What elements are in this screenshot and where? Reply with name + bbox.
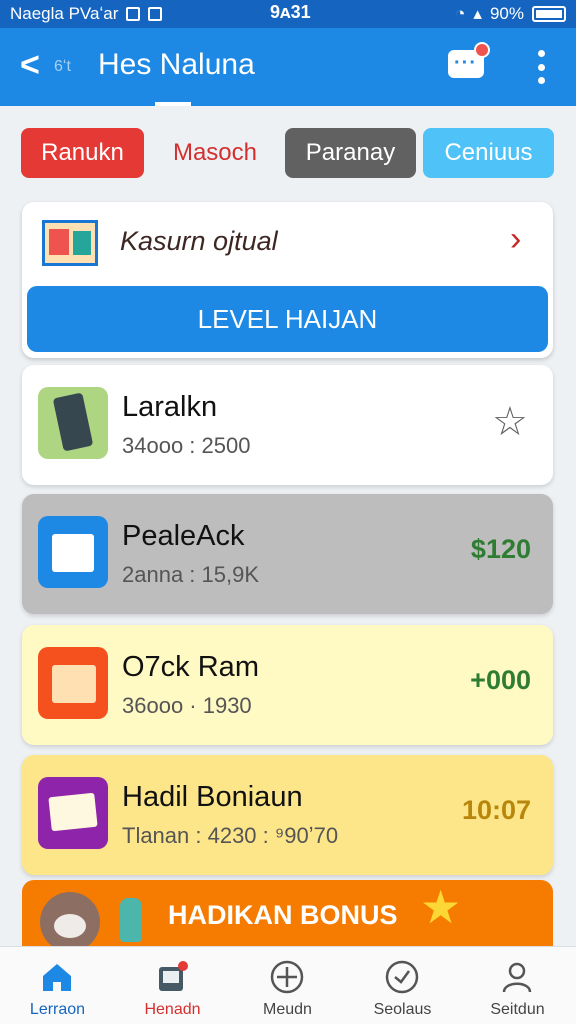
- promo-card[interactable]: Kasurn ojtual › LEVEL HAIJAN: [22, 202, 553, 358]
- filter-chips: Ranukn Masoch Paranay Ceniuus: [0, 128, 576, 180]
- shop-icon: [38, 647, 108, 719]
- notification-icon: [126, 7, 141, 21]
- tablet-icon: [38, 387, 108, 459]
- chip-masoch[interactable]: Masoch: [160, 128, 270, 178]
- nav-label: Seitdun: [490, 1001, 545, 1018]
- promo-logo-icon: [42, 220, 98, 266]
- nav-inbox[interactable]: Henadn: [115, 947, 230, 1024]
- wifi-icon: ◔: [455, 4, 466, 23]
- notification-dot: [474, 42, 490, 58]
- status-bar: Naegla PVaʻar 9ᴀ31 ◔ ▴ 90%: [0, 0, 576, 28]
- item-sub: 2anna : 15,9K: [122, 562, 260, 587]
- nav-profile[interactable]: Seitdun: [460, 947, 575, 1024]
- star-icon: ★: [420, 881, 462, 933]
- battery-percent: 90%: [489, 4, 524, 23]
- nav-label: Meudn: [263, 1001, 312, 1018]
- bonus-text: HADIKAN BONUS: [168, 900, 398, 930]
- back-label: 6ʻt: [54, 58, 71, 75]
- title-indicator: [155, 102, 191, 106]
- item-sub: Tlanan : 4230 : ⁹90ʼ70: [122, 823, 339, 848]
- item-name: Hadil Boniaun: [122, 781, 303, 813]
- nav-label: Lerraon: [29, 1001, 86, 1018]
- item-sub: 36ooo · 1930: [122, 693, 252, 718]
- list-item[interactable]: PealeAck 2anna : 15,9K $120: [22, 494, 553, 614]
- nav-label: Henadn: [144, 1001, 201, 1018]
- chevron-right-icon[interactable]: ›: [510, 220, 521, 259]
- home-icon: [43, 964, 71, 991]
- list-item[interactable]: O7ck Ram 36ooo · 1930 +000: [22, 625, 553, 745]
- notification-icon: [148, 7, 163, 21]
- chat-icon[interactable]: [448, 42, 490, 82]
- inbox-icon: [159, 961, 188, 991]
- item-name: Laralkn: [122, 391, 218, 423]
- nav-home[interactable]: Lerraon: [0, 947, 115, 1024]
- bear-icon: [40, 892, 100, 946]
- dial-icon: [385, 960, 419, 994]
- item-name: O7ck Ram: [122, 651, 259, 683]
- more-vert-icon[interactable]: [538, 50, 546, 84]
- chip-ranukn[interactable]: Ranukn: [21, 128, 144, 178]
- nav-status[interactable]: Seolaus: [345, 947, 460, 1024]
- page-title: Hes Naluna: [98, 48, 255, 81]
- bottle-icon: [120, 898, 142, 942]
- list-item[interactable]: Laralkn 34ooo : 2500 ☆: [22, 365, 553, 485]
- person-icon: [502, 962, 532, 993]
- battery-icon: [532, 6, 566, 22]
- chip-paranay[interactable]: Paranay: [285, 128, 416, 178]
- level-button[interactable]: LEVEL HAIJAN: [27, 286, 548, 352]
- nav-add[interactable]: Meudn: [230, 947, 345, 1024]
- back-chevron-icon[interactable]: <: [20, 46, 40, 85]
- ticket-icon: [38, 777, 108, 849]
- signal-icon: ▴: [473, 4, 482, 23]
- nav-label: Seolaus: [373, 1001, 432, 1018]
- clock: 9ᴀ31: [270, 2, 311, 22]
- bonus-banner[interactable]: HADIKAN BONUS ★: [22, 880, 553, 946]
- item-value: 10:07: [461, 795, 531, 825]
- add-circle-icon: [270, 960, 304, 994]
- promo-text: Kasurn ojtual: [120, 226, 278, 256]
- chip-ceniuus[interactable]: Ceniuus: [423, 128, 554, 178]
- item-value: $120: [470, 534, 531, 564]
- star-icon[interactable]: ☆: [492, 399, 528, 445]
- item-name: PealeAck: [122, 520, 245, 552]
- store-icon: [38, 516, 108, 588]
- list-item[interactable]: Hadil Boniaun Tlanan : 4230 : ⁹90ʼ70 10:…: [22, 755, 553, 875]
- item-value: +000: [470, 665, 531, 695]
- app-bar: < 6ʻt Hes Naluna: [0, 28, 576, 106]
- carrier-label: Naegla PVaʻar: [10, 4, 119, 23]
- bottom-nav: Lerraon Henadn Meudn Seolaus Seitdun: [0, 946, 576, 1024]
- item-sub: 34ooo : 2500: [122, 433, 251, 458]
